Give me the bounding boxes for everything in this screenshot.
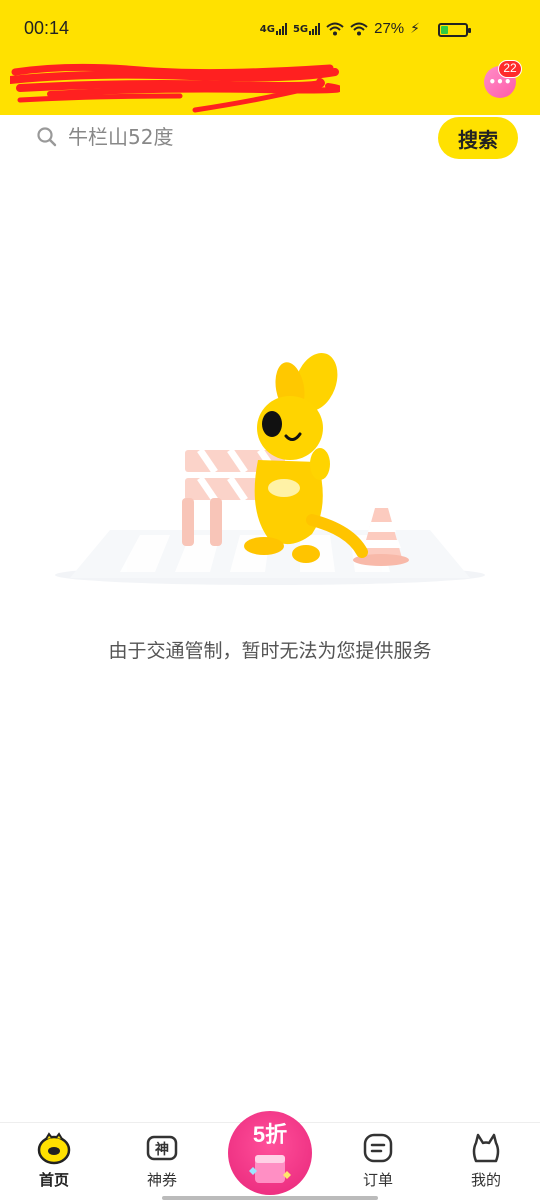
- bottom-nav: 首页 神 神券 5折 订单 我的: [0, 1111, 540, 1204]
- search-bar: 搜索: [0, 115, 540, 165]
- signal-4g-icon: 4G: [260, 22, 287, 35]
- status-bar: 00:14 4G 5G 27% ⚡: [0, 0, 540, 60]
- nav-home-label: 首页: [38, 1171, 69, 1189]
- status-time: 00:14: [24, 18, 70, 38]
- coupon-icon: 神: [146, 1135, 178, 1161]
- gift-box-icon: [249, 1155, 291, 1183]
- nav-orders-label: 订单: [362, 1171, 393, 1189]
- status-icons: 4G 5G 27% ⚡: [260, 20, 420, 37]
- profile-icon: [472, 1133, 500, 1163]
- battery-level: [441, 26, 449, 34]
- header: 00:14 4G 5G 27% ⚡ ••• 22: [0, 0, 540, 115]
- charging-icon: ⚡: [410, 20, 420, 37]
- messages-badge: 22: [498, 60, 522, 78]
- search-icon: [37, 127, 57, 147]
- promo-button[interactable]: 5折: [228, 1111, 312, 1195]
- nav-home[interactable]: 首页: [14, 1131, 94, 1190]
- nav-profile-label: 我的: [470, 1171, 501, 1189]
- nav-coupons-label: 神券: [146, 1171, 177, 1189]
- battery-percent: 27%: [374, 20, 405, 37]
- nav-orders[interactable]: 订单: [338, 1131, 418, 1190]
- nav-coupons[interactable]: 神 神券: [122, 1131, 202, 1190]
- wifi-icon: [326, 22, 344, 35]
- search-input[interactable]: [68, 125, 408, 149]
- traffic-control-illustration: [55, 352, 485, 585]
- signal-5g-icon: 5G: [293, 22, 321, 35]
- order-icon: [363, 1133, 393, 1163]
- search-button[interactable]: 搜索: [438, 117, 518, 159]
- home-mascot-icon: [37, 1132, 71, 1165]
- empty-state-message: 由于交通管制，暂时无法为您提供服务: [108, 640, 432, 662]
- search-field[interactable]: [30, 115, 430, 159]
- location-selector[interactable]: [10, 60, 340, 113]
- battery-icon: [438, 23, 471, 37]
- home-indicator: [162, 1196, 378, 1200]
- nav-profile[interactable]: 我的: [446, 1131, 526, 1190]
- svg-text:神: 神: [155, 1141, 169, 1158]
- promo-label: 5折: [252, 1122, 288, 1147]
- redaction-scribble: [10, 63, 340, 113]
- wifi-icon: [350, 22, 368, 35]
